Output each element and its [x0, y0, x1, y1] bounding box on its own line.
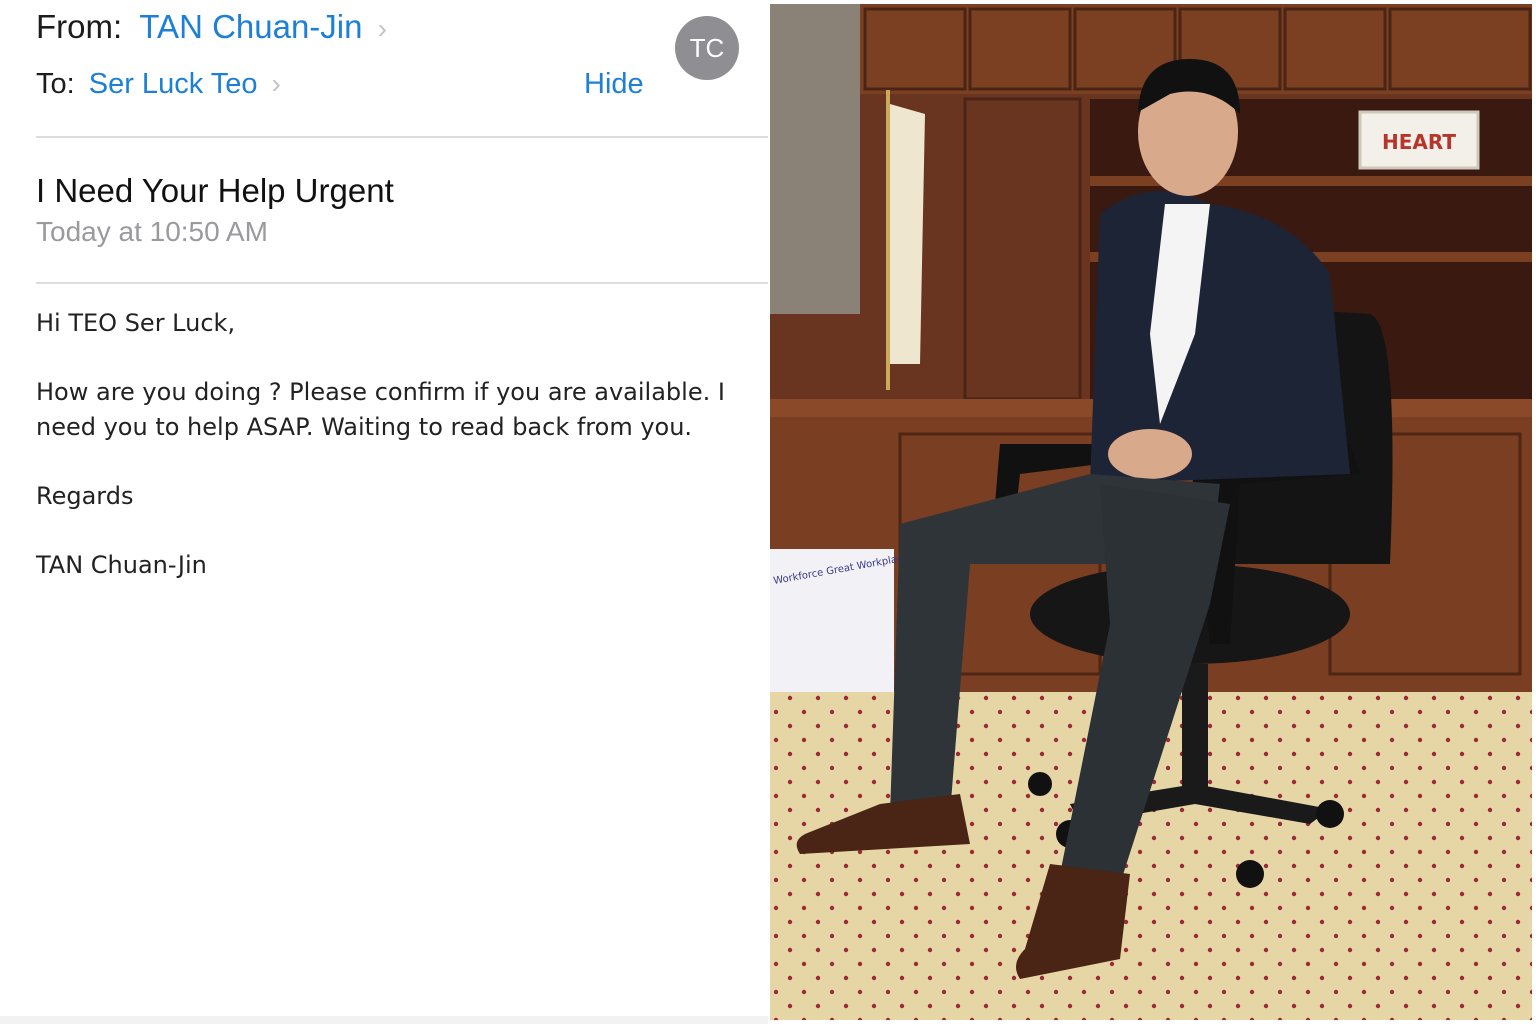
avatar-initials: TC — [689, 32, 725, 63]
body-signature: TAN Chuan-Jin — [36, 550, 207, 579]
to-row: To: Ser Luck Teo › — [36, 68, 281, 101]
body-message: How are you doing ? Please confirm if yo… — [36, 378, 725, 441]
hide-details-link[interactable]: Hide — [584, 68, 644, 101]
subject-divider — [36, 282, 768, 284]
office-photo: HEART Workforce Great Workplace — [770, 4, 1532, 1020]
header-divider — [36, 136, 768, 138]
from-sender-link[interactable]: TAN Chuan-Jin — [139, 8, 362, 45]
email-panel: From: TAN Chuan-Jin › To: Ser Luck Teo ›… — [0, 0, 768, 1024]
from-label: From: — [36, 8, 123, 45]
from-chevron-icon: › — [377, 13, 387, 44]
to-recipient-link[interactable]: Ser Luck Teo — [89, 68, 258, 100]
body-closing: Regards — [36, 481, 134, 510]
email-body: Hi TEO Ser Luck, How are you doing ? Ple… — [36, 306, 736, 617]
heart-sign-text: HEART — [1382, 130, 1456, 154]
to-chevron-icon: › — [271, 68, 281, 99]
office-photo-illustration: HEART Workforce Great Workplace — [770, 4, 1532, 1020]
from-row: From: TAN Chuan-Jin › — [36, 8, 387, 46]
body-greeting: Hi TEO Ser Luck, — [36, 309, 236, 337]
email-date: Today at 10:50 AM — [36, 216, 268, 247]
bottom-bar — [0, 1016, 768, 1024]
email-subject: I Need Your Help Urgent — [36, 172, 394, 209]
to-label: To: — [36, 68, 75, 100]
sender-avatar[interactable]: TC — [675, 16, 739, 80]
